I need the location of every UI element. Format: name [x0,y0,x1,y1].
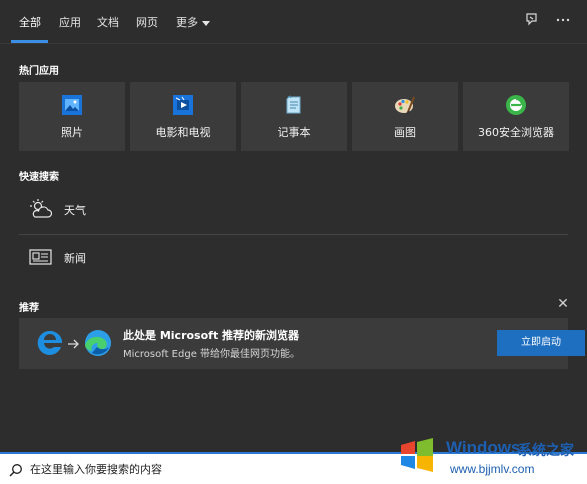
edge-recommendation-banner: 此处是 Microsoft 推荐的新浏览器 Microsoft Edge 带给你… [19,318,585,369]
360-browser-icon [505,94,527,116]
app-tile-label: 照片 [61,126,83,139]
quick-search-label: 新闻 [64,252,86,265]
app-tile-360-browser[interactable]: 360安全浏览器 [463,82,569,151]
app-tile-photos[interactable]: 照片 [19,82,125,151]
launch-now-button[interactable]: 立即启动 [497,330,585,356]
notepad-icon [283,94,305,116]
divider [19,234,568,235]
weather-icon [29,198,53,220]
news-icon [29,246,53,268]
feedback-icon[interactable] [522,12,542,32]
recommend-title: 此处是 Microsoft 推荐的新浏览器 [123,329,300,342]
quick-search-label: 天气 [64,204,86,217]
watermark-cn: 系统之家 [518,443,574,459]
quick-search-news[interactable]: 新闻 [19,236,568,280]
app-tile-label: 360安全浏览器 [478,126,554,139]
search-input[interactable] [30,460,380,478]
movies-tv-icon [172,94,194,116]
app-tile-movies-tv[interactable]: 电影和电视 [130,82,236,151]
app-tile-paint[interactable]: 画图 [352,82,458,151]
tab-bar: 全部 应用 文档 网页 更多 [0,0,587,44]
watermark-brand: Windows [446,438,521,457]
tab-documents[interactable]: 文档 [97,15,119,31]
recommend-subtitle: Microsoft Edge 带给你最佳网页功能。 [123,349,301,360]
windows-logo-icon [398,436,436,474]
tab-more-label: 更多 [176,16,198,29]
active-tab-indicator [11,40,48,43]
paint-icon [394,94,416,116]
tab-apps[interactable]: 应用 [59,15,81,31]
watermark-url: www.bjjmlv.com [450,462,535,476]
app-tile-label: 电影和电视 [155,126,211,139]
chevron-down-icon [202,20,210,26]
close-icon[interactable]: ✕ [556,297,570,311]
app-tile-label: 记事本 [277,126,311,139]
more-options-icon[interactable] [553,12,573,32]
tab-more[interactable]: 更多 [176,15,210,31]
section-title-recommend: 推荐 [19,303,39,314]
section-title-quick-search: 快速搜索 [19,172,59,183]
app-tile-label: 画图 [394,126,416,139]
search-icon [9,462,23,477]
watermark: Windows 系统之家 www.bjjmlv.com [388,428,587,484]
quick-search-weather[interactable]: 天气 [19,188,568,232]
section-title-top-apps: 热门应用 [19,66,59,77]
app-tile-notepad[interactable]: 记事本 [241,82,347,151]
edge-logo-icon [36,327,132,359]
tab-web[interactable]: 网页 [136,15,158,31]
photos-icon [61,94,83,116]
search-panel: 全部 应用 文档 网页 更多 热门应用 照片 电影和电视 记事本 画图 360安… [0,0,587,452]
tab-all[interactable]: 全部 [19,15,41,31]
